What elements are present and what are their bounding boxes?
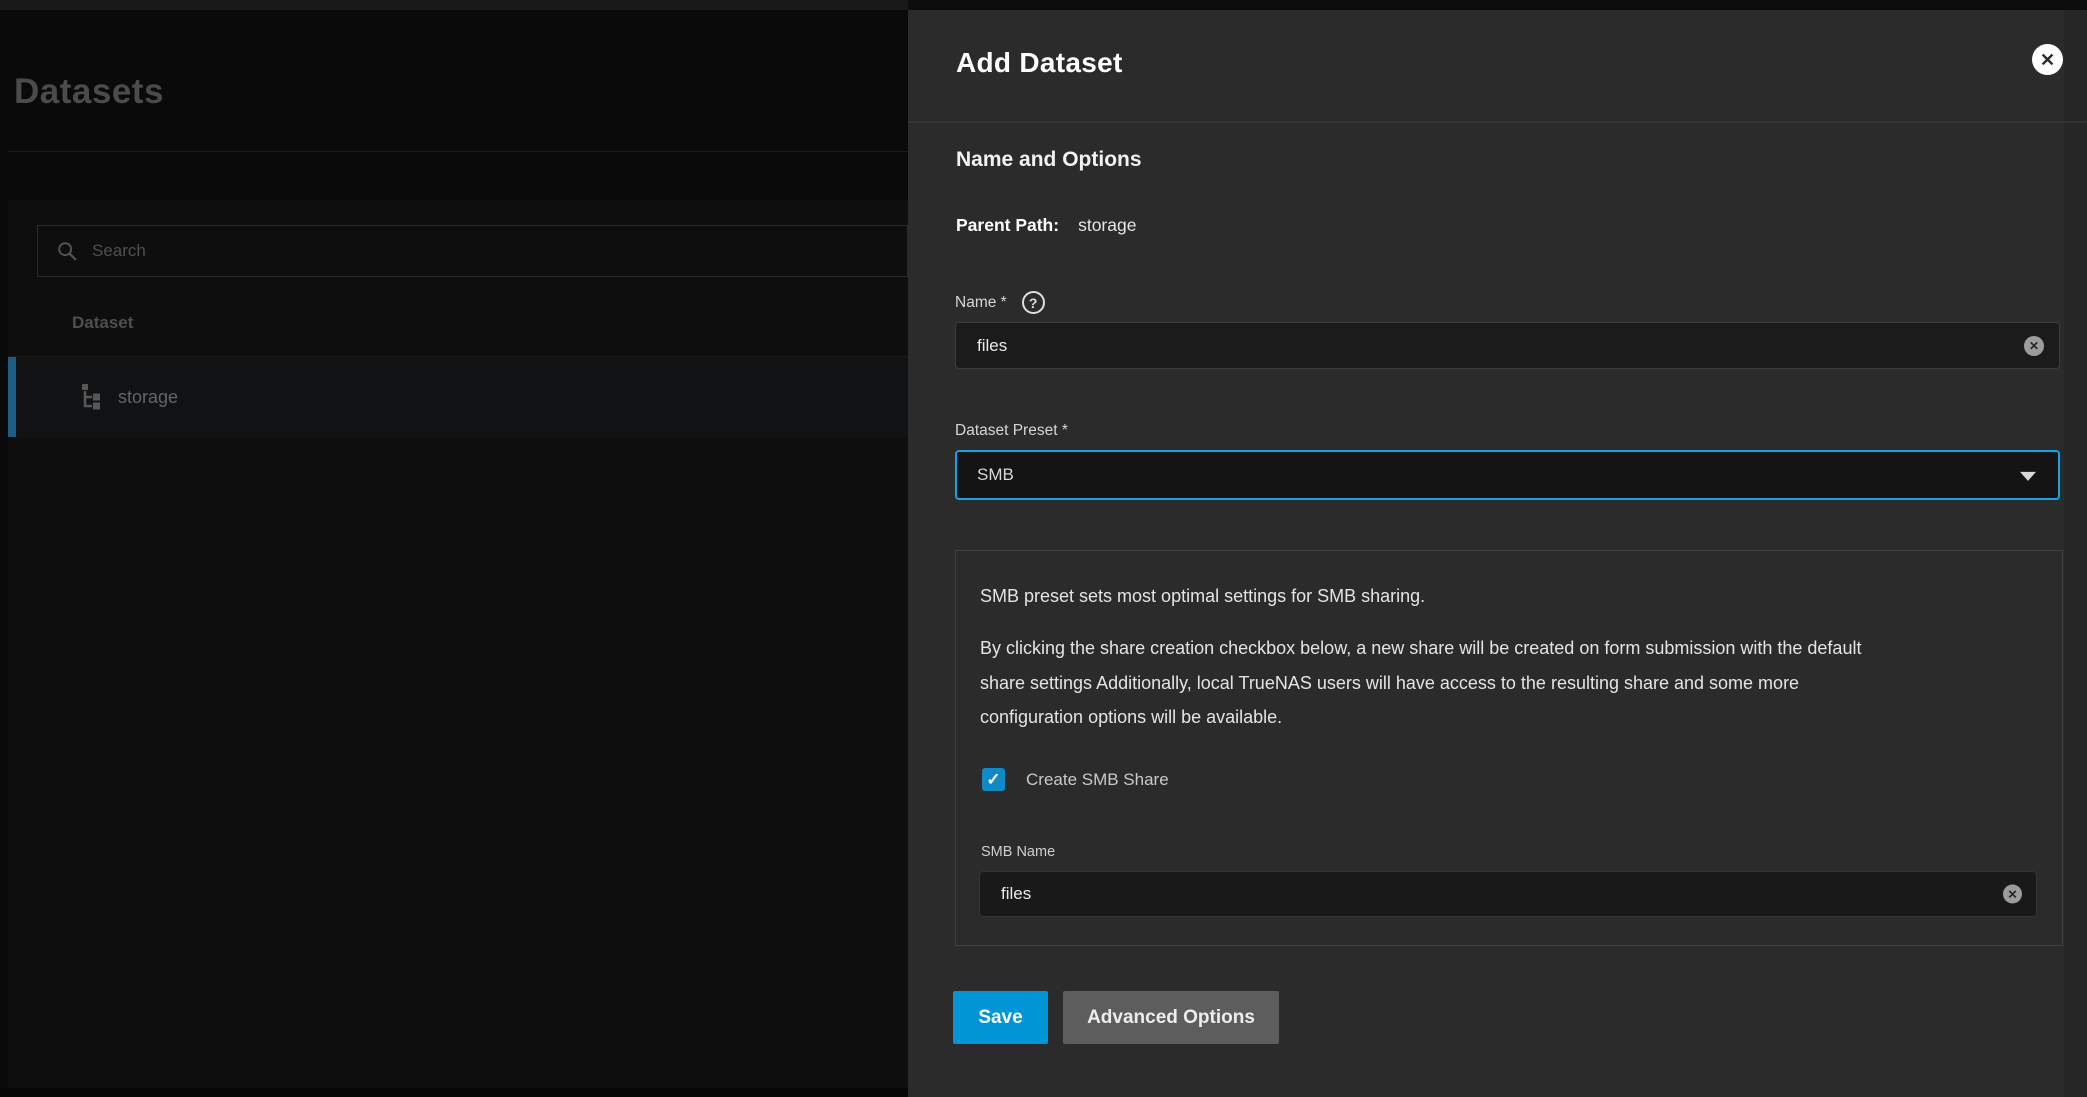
info-paragraph-2-line1: By clicking the share creation checkbox … xyxy=(980,631,2040,666)
parent-path-label: Parent Path: xyxy=(956,215,1059,236)
smb-name-label: SMB Name xyxy=(981,844,1055,860)
create-smb-share-checkbox-row[interactable]: ✓ Create SMB Share xyxy=(982,768,1169,791)
name-field-label: Name * xyxy=(955,294,1007,312)
info-paragraph-2-line2: share settings Additionally, local TrueN… xyxy=(980,666,2040,701)
info-paragraph-1: SMB preset sets most optimal settings fo… xyxy=(980,579,1425,613)
title-divider xyxy=(8,151,908,152)
panel-header-divider xyxy=(908,121,2087,123)
form-actions: Save Advanced Options xyxy=(953,991,1279,1044)
create-smb-share-checkbox[interactable]: ✓ xyxy=(982,768,1005,791)
clear-icon: ✕ xyxy=(2007,888,2017,900)
panel-scroll-gutter[interactable] xyxy=(2064,10,2087,1097)
dataset-tree-icon xyxy=(78,383,102,411)
name-field-label-row: Name * ? xyxy=(955,291,1045,314)
close-icon: ✕ xyxy=(2040,51,2055,69)
dataset-row-label: storage xyxy=(118,387,178,408)
dataset-preset-select[interactable]: SMB xyxy=(955,450,2060,500)
save-button[interactable]: Save xyxy=(953,991,1048,1044)
smb-preset-info-box: SMB preset sets most optimal settings fo… xyxy=(955,550,2063,946)
panel-title: Add Dataset xyxy=(956,47,1123,79)
add-dataset-panel: Add Dataset ✕ Name and Options Parent Pa… xyxy=(908,10,2087,1097)
chevron-down-icon xyxy=(2020,472,2036,481)
smb-name-input-container: ✕ xyxy=(979,871,2037,917)
dataset-search-box[interactable] xyxy=(37,225,908,277)
preset-selected-value: SMB xyxy=(977,465,1014,485)
advanced-options-button[interactable]: Advanced Options xyxy=(1063,991,1279,1044)
clear-icon: ✕ xyxy=(2029,340,2039,352)
smb-name-input[interactable] xyxy=(980,884,1909,904)
smb-name-clear-button[interactable]: ✕ xyxy=(2003,885,2022,904)
top-bar-dimmed xyxy=(0,0,908,10)
search-input[interactable] xyxy=(92,241,792,261)
datasets-page-dimmed: Datasets Dataset storage xyxy=(0,10,908,1097)
close-button[interactable]: ✕ xyxy=(2032,44,2063,75)
help-icon[interactable]: ? xyxy=(1022,291,1045,314)
name-input[interactable] xyxy=(956,336,1927,356)
name-clear-button[interactable]: ✕ xyxy=(2024,336,2044,356)
parent-path-row: Parent Path: storage xyxy=(956,215,1136,236)
check-icon: ✓ xyxy=(986,770,1000,790)
name-input-container: ✕ xyxy=(955,322,2060,369)
parent-path-value: storage xyxy=(1078,215,1136,236)
info-paragraph-2-line3: configuration options will be available. xyxy=(980,700,2040,735)
datasets-card: Dataset storage xyxy=(8,200,908,1088)
info-paragraph-2: By clicking the share creation checkbox … xyxy=(980,631,2040,735)
search-icon xyxy=(56,240,78,262)
dataset-row-storage[interactable]: storage xyxy=(8,357,908,437)
section-title: Name and Options xyxy=(956,148,1142,172)
page-footer-strip xyxy=(0,1088,908,1097)
top-bar-dimmed-right xyxy=(908,0,2087,10)
create-smb-share-label: Create SMB Share xyxy=(1026,770,1169,790)
column-header-dataset: Dataset xyxy=(72,313,133,333)
page-title: Datasets xyxy=(14,72,164,112)
help-question-glyph: ? xyxy=(1029,295,1038,311)
preset-field-label: Dataset Preset * xyxy=(955,422,1068,440)
